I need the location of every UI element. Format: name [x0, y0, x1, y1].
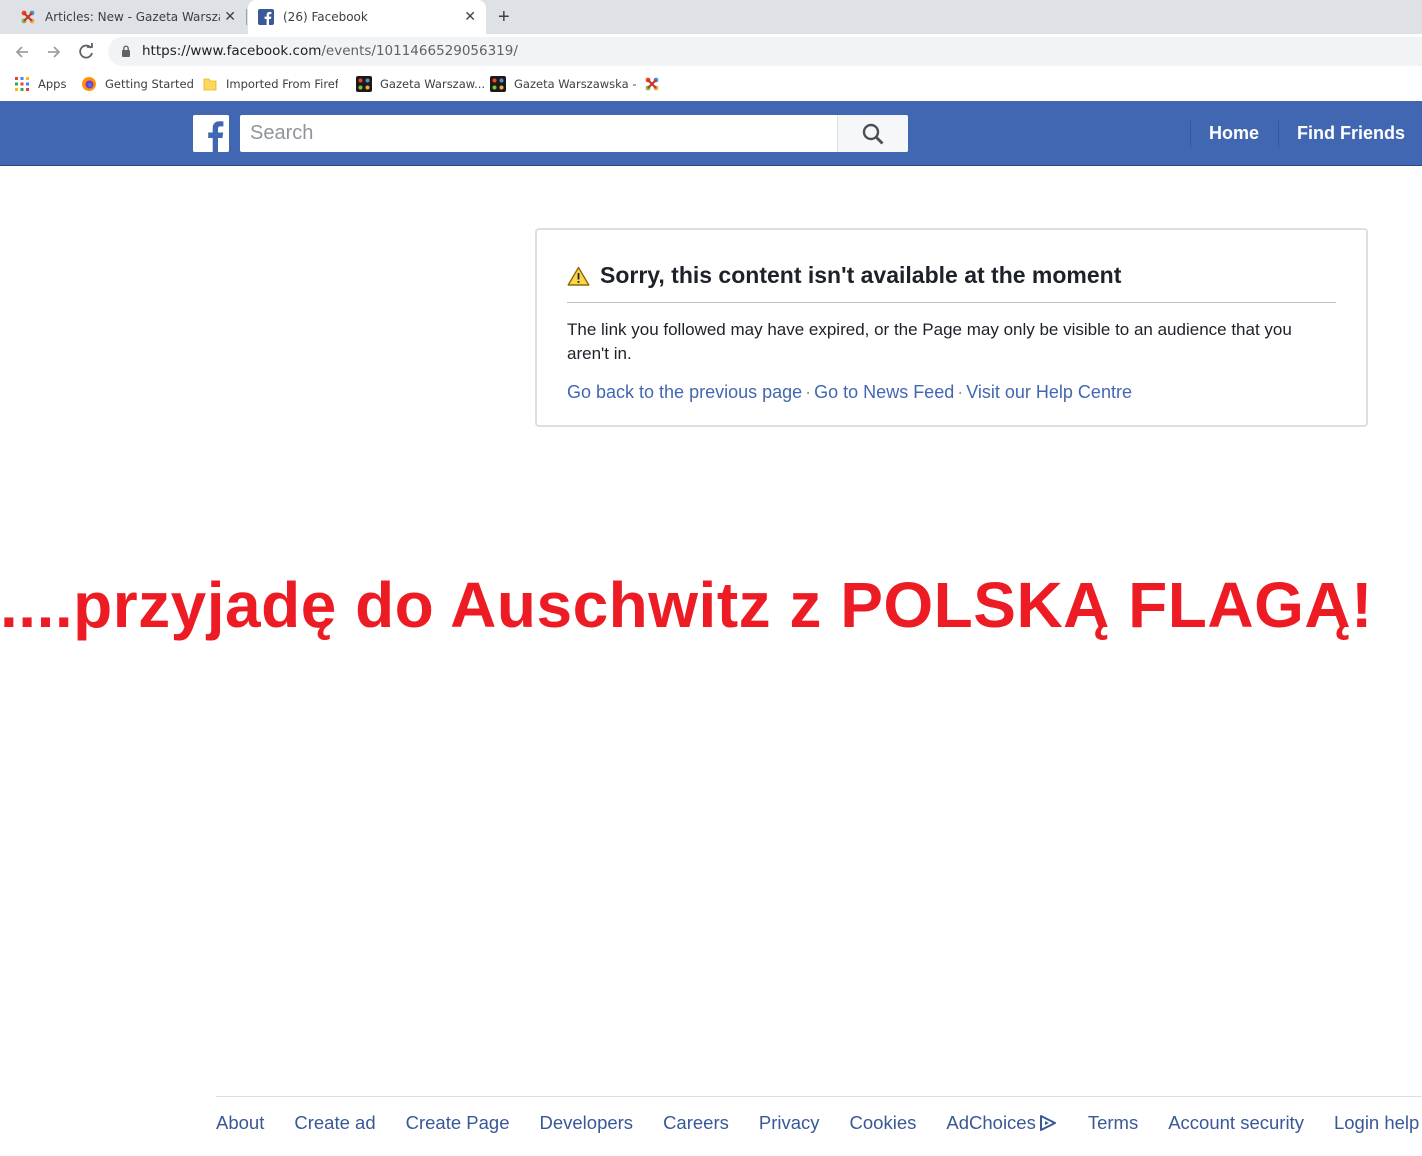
nav-home-link[interactable]: Home	[1209, 113, 1259, 153]
nav-divider	[1190, 121, 1191, 147]
error-heading: Sorry, this content isn't available at t…	[567, 262, 1121, 289]
error-links: Go back to the previous page · Go to News …	[567, 382, 1132, 403]
close-tab-icon[interactable]: ✕	[464, 9, 476, 25]
close-tab-icon[interactable]: ✕	[224, 9, 236, 25]
adchoices-icon	[1039, 1115, 1056, 1131]
firefox-icon	[82, 77, 96, 91]
content-unavailable-card: Sorry, this content isn't available at t…	[535, 228, 1368, 427]
bookmark-label: Gazeta Warszaw...	[380, 77, 486, 91]
joomla-icon	[645, 77, 659, 91]
error-message: The link you followed may have expired, …	[567, 320, 1292, 363]
search-input[interactable]	[240, 115, 836, 152]
footer-links: About Create ad Create Page Developers C…	[216, 1112, 1422, 1134]
joomla-icon	[490, 76, 506, 92]
nav-find-friends-link[interactable]: Find Friends	[1297, 113, 1405, 153]
link-separator: ·	[805, 382, 812, 402]
bookmark-apps[interactable]: Apps	[14, 76, 66, 92]
adchoices-label: AdChoices	[946, 1112, 1036, 1133]
facebook-header: Home Find Friends	[0, 101, 1422, 166]
link-separator: ·	[957, 382, 964, 402]
overlay-caption: ....przyjadę do Auschwitz z POLSKĄ FLAGĄ…	[0, 569, 1373, 641]
search-icon	[862, 123, 884, 144]
new-tab-button[interactable]: +	[498, 6, 510, 28]
tab-facebook[interactable]: (26) Facebook ✕	[248, 0, 486, 34]
bookmark-getting-started[interactable]: Getting Started	[81, 76, 194, 92]
apps-grid-icon	[15, 77, 29, 91]
bookmark-label: Imported From Firefox	[226, 77, 338, 91]
bookmark-label: Apps	[38, 77, 67, 91]
back-arrow-icon[interactable]	[12, 42, 32, 62]
footer-link-careers[interactable]: Careers	[663, 1112, 729, 1134]
footer-link-about[interactable]: About	[216, 1112, 264, 1134]
warning-icon	[567, 266, 590, 286]
tab-articles[interactable]: Articles: New - Gazeta Warszawska ✕	[10, 0, 246, 34]
joomla-icon	[21, 10, 35, 24]
bookmarks-bar: Apps Getting Started Imported From Firef…	[0, 70, 1422, 102]
browser-toolbar: https://www.facebook.com/events/10114665…	[0, 34, 1422, 70]
address-bar[interactable]: https://www.facebook.com/events/10114665…	[108, 37, 1422, 66]
footer-link-login-help[interactable]: Login help	[1334, 1112, 1419, 1134]
url-path: /events/1011466529056319/	[321, 43, 518, 59]
url-text: https://www.facebook.com/events/10114665…	[142, 43, 518, 59]
page-footer: About Create ad Create Page Developers C…	[216, 1096, 1422, 1133]
footer-link-create-page[interactable]: Create Page	[406, 1112, 510, 1134]
tab-title: (26) Facebook	[283, 10, 368, 24]
bookmark-gazeta-1[interactable]: Gazeta Warszaw...	[356, 76, 485, 92]
search-button[interactable]	[837, 115, 908, 152]
tab-strip: Articles: New - Gazeta Warszawska ✕ (26)…	[0, 0, 1422, 34]
facebook-icon	[258, 9, 274, 25]
error-title: Sorry, this content isn't available at t…	[600, 262, 1122, 288]
lock-icon	[122, 45, 130, 57]
go-back-link[interactable]: Go back to the previous page	[567, 382, 802, 402]
tab-title: Articles: New - Gazeta Warszawska	[45, 10, 220, 24]
reload-icon[interactable]	[76, 42, 96, 62]
footer-link-account-security[interactable]: Account security	[1168, 1112, 1304, 1134]
bookmark-label: Getting Started	[105, 77, 194, 91]
bookmark-imported-folder[interactable]: Imported From Firefox	[202, 76, 338, 92]
help-centre-link[interactable]: Visit our Help Centre	[966, 382, 1132, 402]
facebook-logo-icon[interactable]	[193, 115, 229, 152]
folder-icon	[203, 78, 217, 91]
footer-link-developers[interactable]: Developers	[539, 1112, 633, 1134]
bookmark-label: Gazeta Warszawska -	[514, 77, 637, 91]
footer-link-create-ad[interactable]: Create ad	[294, 1112, 375, 1134]
url-host: https://www.facebook.com	[142, 43, 322, 59]
footer-link-cookies[interactable]: Cookies	[850, 1112, 917, 1134]
nav-divider	[1278, 121, 1279, 147]
footer-link-terms[interactable]: Terms	[1088, 1112, 1138, 1134]
footer-link-adchoices[interactable]: AdChoices	[946, 1112, 1057, 1134]
forward-arrow-icon[interactable]	[44, 42, 64, 62]
search-box	[240, 115, 908, 152]
news-feed-link[interactable]: Go to News Feed	[814, 382, 954, 402]
divider	[567, 302, 1336, 303]
bookmark-joomla[interactable]	[644, 76, 668, 92]
joomla-icon	[356, 76, 372, 92]
footer-link-privacy[interactable]: Privacy	[759, 1112, 820, 1134]
tab-separator	[246, 9, 247, 25]
bookmark-gazeta-2[interactable]: Gazeta Warszawska -	[490, 76, 636, 92]
